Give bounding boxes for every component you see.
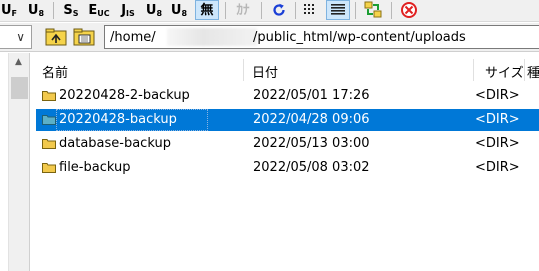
scroll-up-icon[interactable]: ▲ (15, 57, 22, 67)
file-size: <DIR> (475, 112, 520, 127)
folder-icon (42, 163, 56, 173)
kanji-code-utf8-icon-2[interactable]: U8 (144, 0, 164, 20)
column-header-type[interactable]: 種 (527, 62, 539, 81)
toolbar: UF U8 SS E UC J IS U8 U8 無 ｶﾅ (0, 0, 539, 22)
file-name: 20220428-2-backup (59, 88, 190, 103)
file-row[interactable]: database-backup 2022/05/13 03:00 <DIR> (36, 133, 539, 155)
kanji-code-sjis-icon[interactable]: SS (60, 0, 82, 20)
file-size: <DIR> (475, 160, 520, 175)
folder-icon (42, 91, 56, 101)
remote-path-input[interactable]: /home/ /public_html/wp-content/uploads (104, 25, 539, 49)
no-conversion-icon[interactable]: 無 (195, 0, 219, 20)
toolbar-separator (355, 2, 356, 19)
column-header-date[interactable]: 日付 (252, 62, 278, 81)
kanji-code-jis-icon[interactable]: J IS (116, 0, 140, 20)
file-date: 2022/05/08 03:02 (253, 160, 370, 175)
list-header: 名前 日付 サイズ 種 (36, 59, 539, 81)
file-size: <DIR> (475, 136, 520, 151)
vertical-scrollbar[interactable]: ▲ (8, 53, 30, 271)
folder-icon (42, 139, 56, 149)
file-row[interactable]: file-backup 2022/05/08 03:02 <DIR> (36, 157, 539, 179)
open-folder-list-icon[interactable] (72, 26, 96, 48)
file-row[interactable]: 20220428-2-backup 2022/05/01 17:26 <DIR> (36, 85, 539, 107)
folder-icon (42, 115, 56, 125)
list-view-icon[interactable] (300, 0, 322, 20)
column-divider[interactable] (243, 59, 244, 81)
toolbar-separator (391, 2, 392, 19)
toolbar-separator (53, 2, 54, 19)
kanji-code-utf8n-icon[interactable]: U8 (26, 0, 46, 20)
column-header-name[interactable]: 名前 (42, 62, 68, 81)
details-view-icon[interactable] (326, 0, 350, 20)
file-name: file-backup (59, 160, 131, 175)
kanji-code-utf8-bom-icon[interactable]: U8 (169, 0, 189, 20)
column-divider[interactable] (473, 59, 474, 81)
scrollbar-thumb[interactable] (11, 77, 28, 99)
toolbar-separator (225, 2, 226, 19)
file-date: 2022/04/28 09:06 (253, 112, 370, 127)
parent-folder-icon[interactable] (44, 26, 68, 48)
directory-compare-icon[interactable] (361, 0, 385, 20)
file-name: database-backup (59, 136, 171, 151)
toolbar-separator (295, 2, 296, 19)
file-row-selected[interactable]: 20220428-backup 2022/04/28 09:06 <DIR> (36, 109, 539, 131)
file-size: <DIR> (475, 88, 520, 103)
file-name: 20220428-backup (59, 112, 177, 127)
column-header-size[interactable]: サイズ (485, 62, 524, 81)
stop-icon[interactable] (397, 0, 421, 20)
local-path-dropdown[interactable]: ∨ (0, 25, 32, 49)
address-row: ∨ /home/ /public_html/wp-content/uploads (0, 23, 539, 52)
remote-file-list: 名前 日付 サイズ 種 20220428-2-backup 2022/05/01… (36, 53, 539, 271)
column-divider[interactable] (524, 59, 525, 81)
refresh-icon[interactable] (268, 0, 290, 20)
kanji-code-euc-icon[interactable]: E UC (86, 0, 112, 20)
chevron-down-icon: ∨ (16, 30, 25, 44)
toolbar-separator (261, 2, 262, 19)
kana-convert-icon[interactable]: ｶﾅ (232, 0, 254, 20)
file-date: 2022/05/01 17:26 (253, 88, 370, 103)
redacted-username (167, 28, 257, 46)
kanji-code-utf8-icon[interactable]: UF (0, 0, 18, 20)
file-date: 2022/05/13 03:00 (253, 136, 370, 151)
